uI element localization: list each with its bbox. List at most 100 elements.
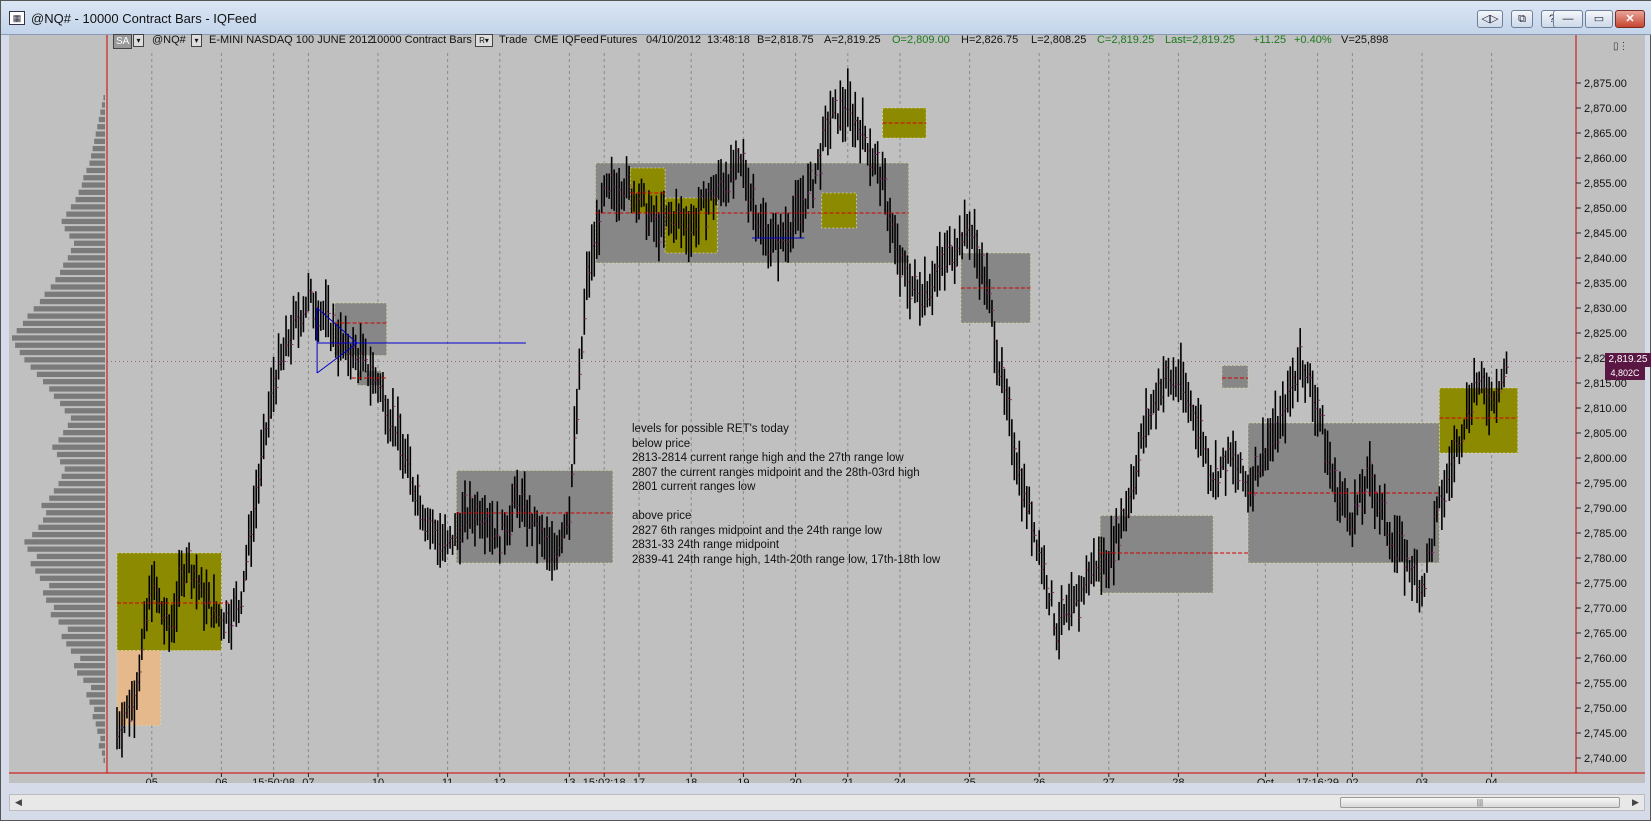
last-price-tag: 2,819.25 (1605, 353, 1651, 367)
y-axis-label: 2,860.00 (1584, 153, 1627, 165)
volume-profile-bar (92, 145, 105, 152)
volume-profile-bar (12, 335, 105, 341)
y-axis-label: 2,755.00 (1584, 678, 1627, 690)
y-axis-label: 2,855.00 (1584, 178, 1627, 190)
volume-profile-bar (94, 706, 105, 713)
y-axis-label: 2,870.00 (1584, 103, 1627, 115)
change-label: +11.25 (1253, 34, 1287, 46)
price-chart[interactable]: 2,875.00 2,870.00 2,865.00 2,860.00 2,855.00… (9, 35, 1645, 783)
volume-profile-bar (83, 175, 105, 181)
x-axis-label: 20 (789, 777, 801, 783)
chevron-down-icon[interactable]: ▾ (191, 34, 202, 47)
horizontal-scrollbar[interactable]: ◀ ||| ▶ (9, 794, 1645, 811)
trade-label: Trade (499, 34, 528, 46)
volume-profile-bar (86, 692, 105, 698)
volume-profile-bar (53, 604, 105, 611)
contract-description: E-MINI NASDAQ 100 JUNE 2012 (209, 34, 374, 46)
volume-profile-bar (66, 641, 105, 647)
volume-profile-bar (46, 597, 105, 603)
scroll-right-icon[interactable]: ▶ (1628, 796, 1643, 809)
volume-profile-bar (64, 408, 105, 414)
y-axis-label: 2,825.00 (1584, 328, 1627, 340)
volume-profile-bar (66, 211, 105, 217)
volume-profile-bar (70, 204, 105, 210)
bid-label: B=2,818.75 (757, 34, 814, 46)
volume-profile-bar (61, 633, 105, 640)
volume-profile-bar (43, 590, 105, 596)
close-button[interactable]: ✕ (1615, 10, 1645, 28)
volume-profile-bar (56, 451, 105, 458)
volume-profile-bar (50, 284, 105, 290)
restore-dual-icon[interactable]: ◁▷ (1477, 10, 1503, 28)
panel-toggle-icon[interactable]: ▯⋮ (1613, 41, 1629, 53)
y-axis-label: 2,760.00 (1584, 653, 1627, 665)
y-axis-label: 2,795.00 (1584, 478, 1627, 490)
change-pct-label: +0.40% (1294, 34, 1332, 46)
note-line: levels for possible RET's today (632, 423, 789, 435)
chevron-down-icon[interactable]: ▾ (133, 34, 144, 47)
last-label: Last=2,819.25 (1165, 34, 1236, 46)
copy-window-icon[interactable]: ⧉ (1511, 10, 1533, 28)
maximize-button[interactable]: ▭ (1585, 10, 1613, 28)
volume-profile-bar (24, 539, 105, 545)
x-axis-label: 18 (685, 777, 697, 783)
volume-profile-bar (27, 546, 105, 552)
volume-profile-bar (60, 269, 105, 276)
minimize-button[interactable]: — (1553, 10, 1583, 28)
volume-profile-bar (86, 167, 105, 174)
note-line: 2807 the current ranges midpoint and the… (632, 466, 920, 479)
chart-area[interactable]: 2,875.00 2,870.00 2,865.00 2,860.00 2,855.00… (9, 35, 1645, 783)
x-axis-label: 17 (633, 777, 645, 783)
y-axis-label: 2,865.00 (1584, 128, 1627, 140)
volume-profile-bar (89, 699, 105, 705)
volume-profile-bar (70, 415, 105, 421)
time-label: 13:48:18 (707, 34, 750, 46)
x-axis-label: 28 (1172, 777, 1184, 783)
volume-profile-bar (43, 379, 105, 385)
volume-profile-bar (33, 306, 106, 312)
olive-range-box (821, 192, 857, 229)
olive-range-box (629, 167, 666, 214)
volume-profile-bar (52, 444, 105, 450)
volume-profile-bar (94, 138, 105, 144)
volume-profile-bar (81, 182, 105, 188)
note-line: 2839-41 24th range high, 14th-20th range… (632, 553, 941, 566)
volume-profile-bar (53, 488, 105, 494)
gray-range-box (960, 252, 1031, 324)
volume-profile-bar (103, 95, 105, 101)
gray-range-box (1099, 515, 1214, 594)
x-axis-label: 27 (1103, 777, 1115, 783)
volume-profile-bar (58, 437, 105, 443)
x-axis-label: Oct (1257, 777, 1274, 783)
window-title: @NQ# - 10000 Contract Bars - IQFeed (31, 11, 257, 26)
sa-dropdown[interactable]: SA (113, 34, 133, 49)
title-bar[interactable]: ▦ @NQ# - 10000 Contract Bars - IQFeed ◁▷… (1, 1, 1651, 35)
y-axis-label: 2,745.00 (1584, 728, 1627, 740)
application-window: ▦ @NQ# - 10000 Contract Bars - IQFeed ◁▷… (0, 0, 1651, 821)
r-dropdown[interactable]: R▾ (475, 34, 493, 47)
volume-profile-bar (63, 430, 105, 436)
scroll-left-icon[interactable]: ◀ (11, 796, 26, 809)
volume-profile-bar (53, 393, 105, 399)
volume-profile-bar (30, 561, 106, 567)
y-axis-label: 2,750.00 (1584, 703, 1627, 715)
volume-profile-bar (95, 131, 105, 137)
volume-profile-bar (39, 298, 105, 305)
volume-profile-bar (49, 495, 105, 501)
scrollbar-thumb[interactable]: ||| (1340, 797, 1620, 808)
volume-profile-bar (100, 735, 105, 742)
y-axis-label: 2,770.00 (1584, 603, 1627, 615)
volume-profile-bar (74, 240, 105, 246)
volume-profile-bar (67, 255, 105, 261)
ask-label: A=2,819.25 (824, 34, 881, 46)
feed-label: IQFeed (562, 34, 599, 46)
chart-icon[interactable]: ▦ (9, 11, 25, 25)
volume-profile-bar (98, 116, 105, 123)
volume-profile-bar (67, 626, 105, 632)
x-axis-label: 15:50:08 (252, 777, 295, 783)
volume-profile-bar (36, 371, 105, 378)
x-axis-label: 04 (1485, 777, 1497, 783)
volume-profile-bar (61, 473, 105, 479)
y-axis-label: 2,775.00 (1584, 578, 1627, 590)
x-axis-label: 13 (563, 777, 575, 783)
